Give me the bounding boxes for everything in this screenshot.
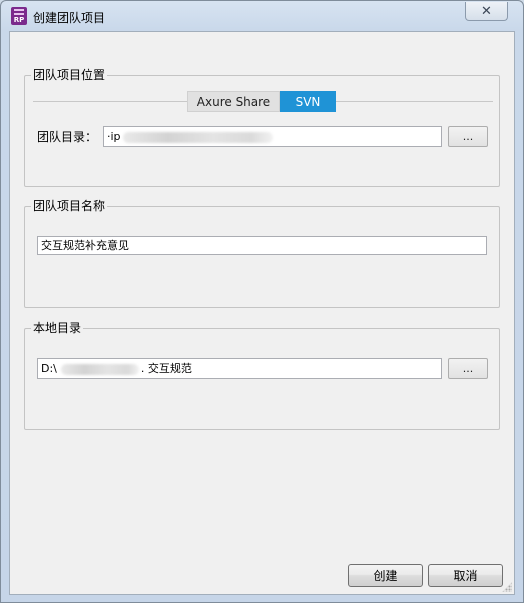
resize-grip[interactable] — [502, 582, 512, 592]
redacted-region — [122, 131, 273, 143]
redacted-region — [60, 363, 139, 375]
local-directory-browse-button[interactable]: ... — [448, 358, 488, 379]
group-label-name: 团队项目名称 — [31, 199, 108, 213]
group-label-local: 本地目录 — [31, 321, 84, 335]
local-path-prefix: D:\ — [41, 362, 57, 375]
axure-rp-app-icon: RP — [11, 7, 27, 25]
title-bar[interactable]: RP 创建团队项目 ✕ — [1, 1, 523, 31]
app-icon-label: RP — [13, 16, 25, 24]
window-title: 创建团队项目 — [33, 11, 106, 25]
close-button[interactable]: ✕ — [465, 2, 508, 21]
team-directory-browse-button[interactable]: ... — [448, 126, 488, 147]
cancel-button[interactable]: 取消 — [428, 564, 503, 587]
local-directory-input[interactable]: D:\ . 交互规范 — [37, 358, 442, 379]
group-label-location: 团队项目位置 — [31, 68, 108, 82]
create-team-project-dialog: RP 创建团队项目 ✕ 团队项目位置 Axure Share SVN 团队目录：… — [0, 0, 524, 603]
team-directory-value: ·ip — [107, 130, 121, 143]
team-project-name-group: 团队项目名称 交互规范补充意见 — [24, 199, 500, 308]
tab-axure-share[interactable]: Axure Share — [187, 91, 280, 112]
tab-svn[interactable]: SVN — [280, 91, 336, 112]
team-directory-label: 团队目录： — [37, 130, 98, 144]
close-icon: ✕ — [481, 3, 492, 19]
local-path-suffix: . 交互规范 — [140, 362, 192, 375]
team-project-location-group: 团队项目位置 Axure Share SVN 团队目录： ·ip ... — [24, 68, 500, 187]
team-project-name-input[interactable]: 交互规范补充意见 — [37, 236, 487, 255]
local-directory-group: 本地目录 D:\ . 交互规范 ... — [24, 321, 500, 430]
create-button[interactable]: 创建 — [348, 564, 423, 587]
dialog-content: 团队项目位置 Axure Share SVN 团队目录： ·ip ... 团队项… — [9, 31, 515, 595]
team-directory-input[interactable]: ·ip — [103, 126, 442, 147]
team-project-name-value: 交互规范补充意见 — [41, 239, 129, 252]
